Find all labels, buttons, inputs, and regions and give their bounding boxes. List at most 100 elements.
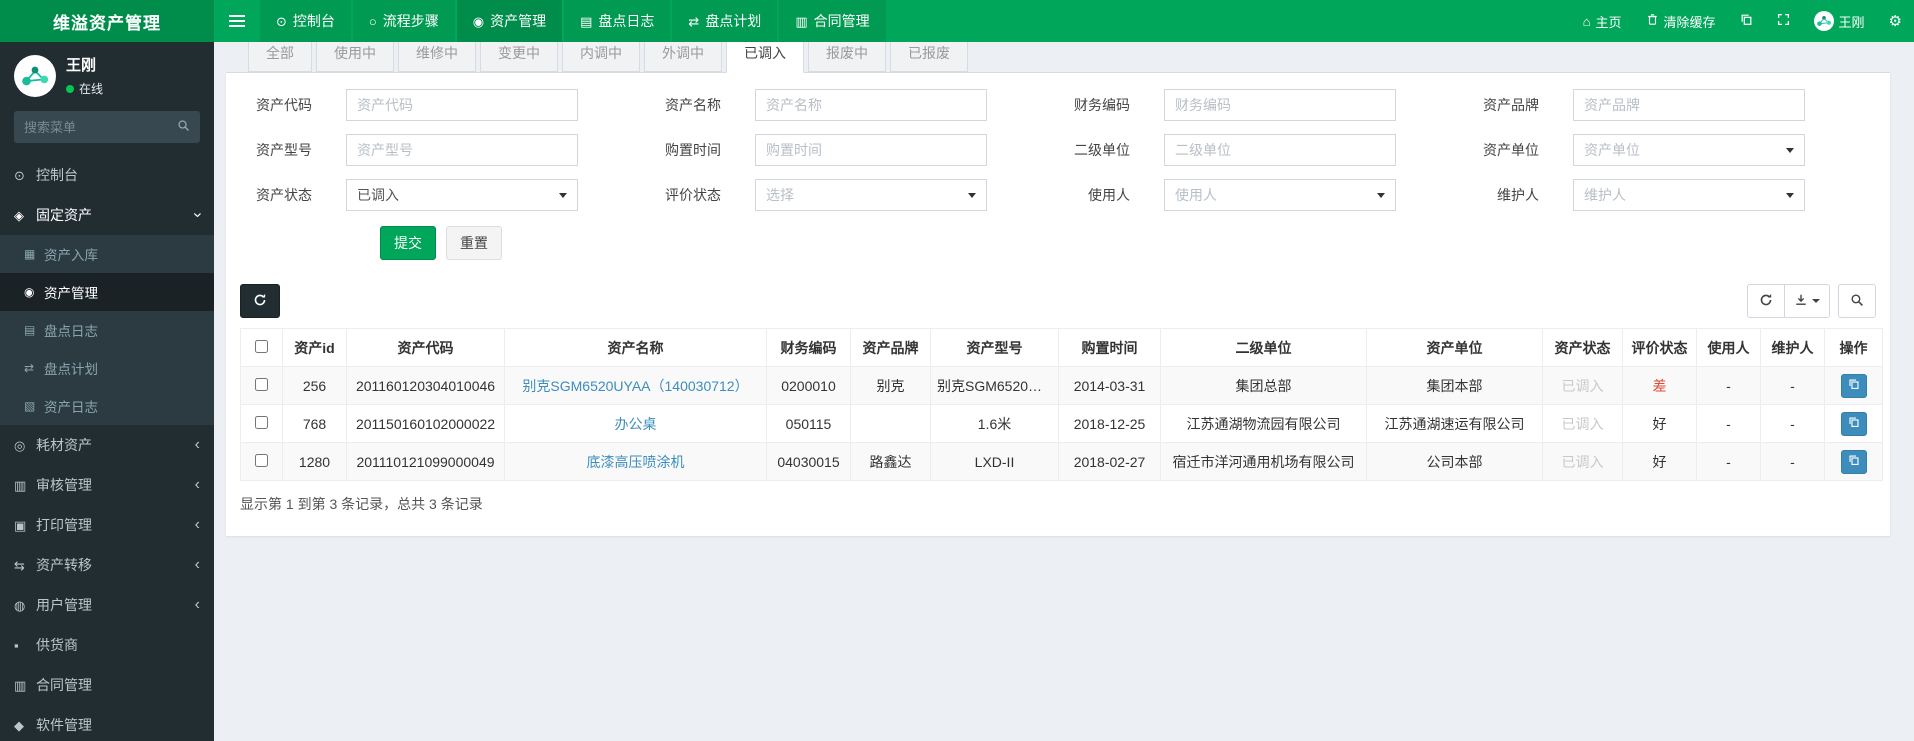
secondary-unit-label: 二级单位 — [1074, 142, 1130, 158]
sidebar-item-asset-manage[interactable]: ◉ 资产管理 — [0, 273, 214, 311]
sidebar-item-transfer[interactable]: ⇆ 资产转移 ‹ — [0, 545, 214, 585]
select-all-checkbox[interactable] — [255, 339, 268, 353]
top-nav-item-console[interactable]: ⊙ 控制台 — [260, 0, 351, 42]
document-copy-icon — [1848, 454, 1860, 469]
sidebar-item-software[interactable]: ◆ 软件管理 — [0, 705, 214, 741]
top-nav-item-label: 盘点日志 — [598, 13, 655, 29]
sidebar-item-label: 用户管理 — [36, 597, 92, 613]
asset-code-input[interactable] — [346, 89, 578, 121]
copy-button[interactable] — [1728, 0, 1765, 42]
asset-inbound-icon: ▦ — [24, 247, 36, 261]
asset-unit-select[interactable]: 资产单位 — [1573, 134, 1805, 166]
maintainer-select[interactable]: 维护人 — [1573, 179, 1805, 211]
settings-button[interactable]: ⚙ — [1877, 0, 1914, 42]
asset-model-input[interactable] — [346, 134, 578, 166]
filter-field-asset-name: 资产名称 — [663, 89, 1072, 121]
row-checkbox[interactable] — [255, 415, 268, 429]
sidebar-item-supplier[interactable]: ▪ 供货商 — [0, 625, 214, 665]
sidebar-user-panel: 王刚 在线 — [0, 42, 214, 107]
asset-name-link[interactable]: 办公桌 — [615, 416, 657, 432]
view-asset-button[interactable] — [1840, 449, 1867, 474]
sidebar-item-fixed-assets[interactable]: ◈ 固定资产 ‹ — [0, 195, 214, 235]
col-header-unit: 资产单位 — [1366, 328, 1543, 367]
home-icon: ⌂ — [1582, 13, 1591, 29]
top-nav-item-asset-manage[interactable]: ◉ 资产管理 — [456, 0, 563, 42]
fullscreen-button[interactable] — [1765, 0, 1802, 42]
home-link[interactable]: ⌂ 主页 — [1571, 0, 1634, 42]
refresh-icon — [253, 293, 267, 310]
sidebar-item-print[interactable]: ▣ 打印管理 ‹ — [0, 505, 214, 545]
row-checkbox[interactable] — [255, 453, 268, 467]
finance-code-label: 财务编码 — [1074, 97, 1130, 113]
asset-brand-input[interactable] — [1573, 89, 1805, 121]
export-button[interactable] — [1784, 284, 1830, 318]
sidebar-item-users[interactable]: ◍ 用户管理 ‹ — [0, 585, 214, 625]
cell-id: 256 — [282, 366, 347, 405]
sidebar-item-audit[interactable]: ▥ 审核管理 ‹ — [0, 465, 214, 505]
sidebar-item-console[interactable]: ⊙ 控制台 — [0, 155, 214, 195]
asset-name-link[interactable]: 底漆高压喷涂机 — [587, 454, 685, 470]
sidebar-item-asset-inbound[interactable]: ▦ 资产入库 — [0, 235, 214, 273]
purchase-date-input[interactable] — [755, 134, 987, 166]
cell-unit2: 集团总部 — [1160, 366, 1367, 405]
filter-form: 资产代码 资产名称 财务编码 资产品牌资产型号 购置时间 二级单位 资产单位 资产单位资产状态… — [226, 73, 1890, 224]
finance-code-input[interactable] — [1164, 89, 1396, 121]
gear-icon: ⚙ — [1888, 12, 1902, 30]
top-nav-item-inventory-plan[interactable]: ⇄ 盘点计划 — [672, 0, 778, 42]
user-status: 在线 — [66, 80, 103, 97]
refresh-button[interactable] — [1747, 284, 1785, 318]
cell-name: 别克SGM6520UYAA（140030712） — [504, 366, 767, 405]
sidebar-item-label: 资产日志 — [44, 400, 98, 415]
filter-field-asset-code: 资产代码 — [254, 89, 663, 121]
cell-user: - — [1696, 366, 1761, 405]
asset-status-select[interactable]: 已调入 — [346, 179, 578, 211]
refresh-table-button[interactable] — [240, 284, 280, 318]
sidebar-item-consumables[interactable]: ◎ 耗材资产 ‹ — [0, 425, 214, 465]
user-label: 使用人 — [1088, 187, 1130, 203]
view-asset-button[interactable] — [1840, 411, 1867, 436]
clear-cache-link[interactable]: 清除缓存 — [1634, 0, 1728, 42]
search-icon — [177, 119, 190, 135]
eval-status-select[interactable]: 选择 — [755, 179, 987, 211]
document-copy-icon — [1848, 378, 1860, 393]
filter-field-finance-code: 财务编码 — [1072, 89, 1481, 121]
asset-panel: 资产代码资产名称财务编码资产品牌资产型号购置时间二级单位资产单位资产单位资产状态… — [226, 72, 1890, 536]
cell-op — [1824, 442, 1883, 481]
sidebar-item-asset-log[interactable]: ▧ 资产日志 — [0, 387, 214, 425]
top-nav-item-contract[interactable]: ▥ 合同管理 — [779, 0, 886, 42]
cell-maintainer: - — [1760, 442, 1825, 481]
submit-button[interactable]: 提交 — [380, 226, 436, 260]
col-header-user: 使用人 — [1696, 328, 1761, 367]
cell-unit2: 宿迁市洋河通用机场有限公司 — [1160, 442, 1367, 481]
filter-field-secondary-unit: 二级单位 — [1072, 134, 1481, 166]
filter-field-asset-brand: 资产品牌 — [1481, 89, 1890, 121]
reset-button[interactable]: 重置 — [446, 226, 502, 260]
app-logo[interactable]: 维溢资产管理 — [0, 0, 214, 42]
col-header-name: 资产名称 — [504, 328, 767, 367]
cell-unit2: 江苏通湖物流园有限公司 — [1160, 404, 1367, 443]
hamburger-icon — [229, 15, 245, 17]
secondary-unit-input[interactable] — [1164, 134, 1396, 166]
menu-search-input[interactable] — [14, 111, 166, 143]
inventory-plan-icon: ⇄ — [24, 361, 35, 375]
sidebar-toggle-button[interactable] — [214, 0, 260, 42]
asset-name-link[interactable]: 别克SGM6520UYAA（140030712） — [522, 378, 748, 394]
sidebar-item-inventory-plan[interactable]: ⇄ 盘点计划 — [0, 349, 214, 387]
asset-name-input[interactable] — [755, 89, 987, 121]
sidebar-item-inventory-log[interactable]: ▤ 盘点日志 — [0, 311, 214, 349]
top-nav-item-process-steps[interactable]: ○ 流程步骤 — [352, 0, 455, 42]
user-select[interactable]: 使用人 — [1164, 179, 1396, 211]
sidebar-item-label: 打印管理 — [36, 517, 92, 533]
cell-checkbox — [240, 366, 283, 405]
cell-user: - — [1696, 404, 1761, 443]
table-search-button[interactable] — [1838, 284, 1876, 318]
col-header-id: 资产id — [282, 328, 347, 367]
row-checkbox[interactable] — [255, 377, 268, 391]
sidebar-item-contract[interactable]: ▥ 合同管理 — [0, 665, 214, 705]
menu-search-button[interactable] — [166, 111, 200, 143]
sidebar: 王刚 在线 ⊙ 控制台 ◈ 固定资产 ‹ ▦ 资产入库 ◉ 资产管理 ▤ 盘点日志 ⇄ 盘点计划 ▧ 资产日… — [0, 42, 214, 741]
top-nav-item-inventory-log[interactable]: ▤ 盘点日志 — [564, 0, 671, 42]
user-menu[interactable]: 王刚 — [1802, 0, 1877, 42]
view-asset-button[interactable] — [1840, 373, 1867, 398]
sidebar-item-label: 资产转移 — [36, 557, 92, 573]
